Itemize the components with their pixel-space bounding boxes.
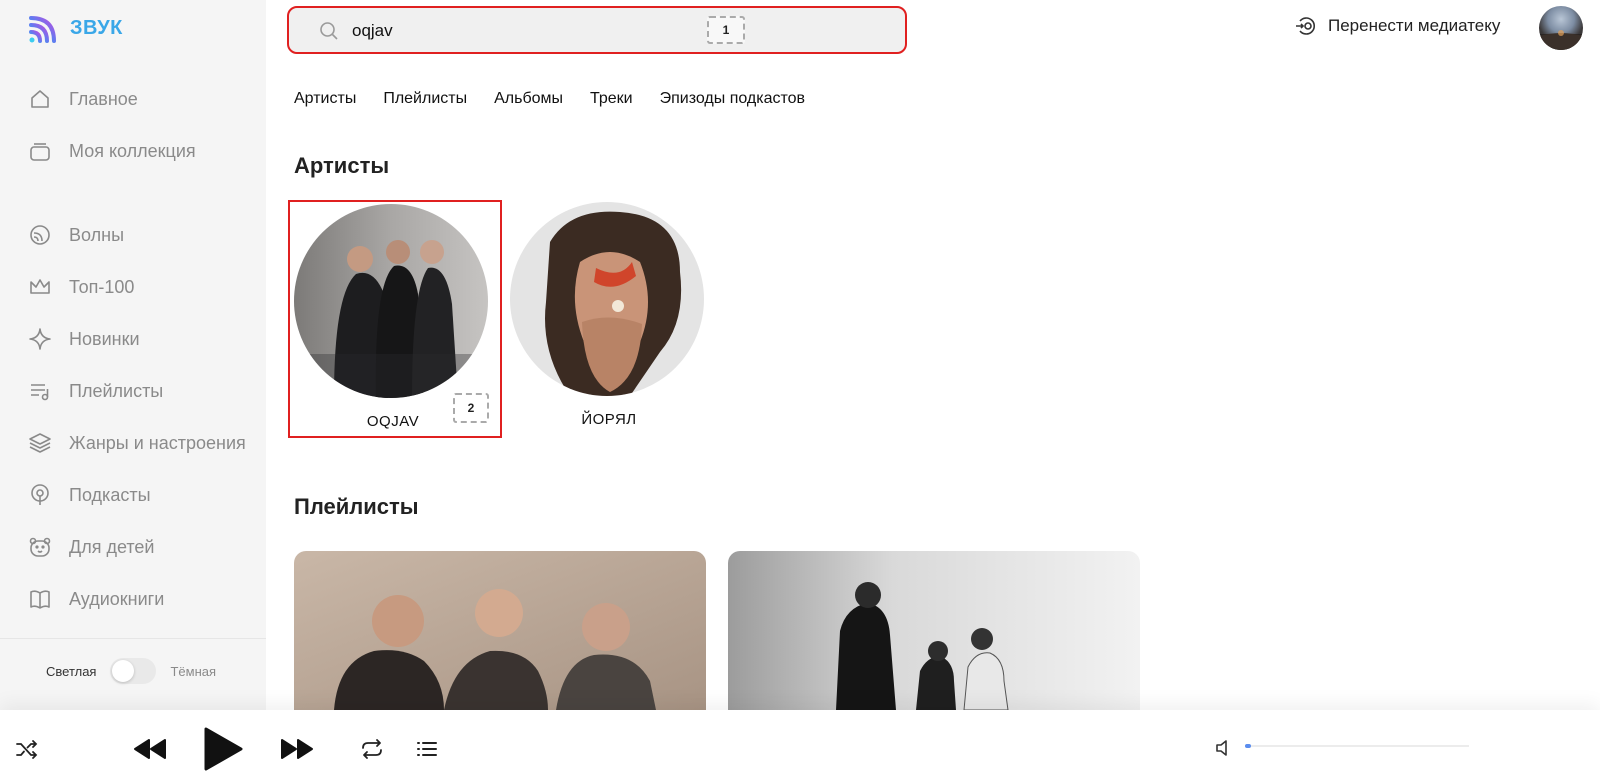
next-icon[interactable] (280, 736, 314, 762)
theme-switcher: Светлая Тёмная (46, 658, 216, 684)
sidebar-item-waves[interactable]: Волны (28, 220, 124, 250)
theme-toggle[interactable] (110, 658, 157, 684)
artist-photo-image (510, 202, 704, 396)
artist-photo-image (294, 204, 488, 398)
sidebar-item-audiobooks[interactable]: Аудиокниги (28, 584, 164, 614)
sidebar-item-label: Главное (69, 88, 138, 109)
sidebar-item-home[interactable]: Главное (28, 84, 138, 114)
artist-photo (510, 202, 704, 396)
transfer-library-button[interactable]: Перенести медиатеку (1294, 14, 1500, 38)
annotation-marker-1: 1 (707, 16, 745, 44)
theme-dark-label: Тёмная (170, 663, 217, 679)
artist-card-yoryal[interactable]: ЙОРЯЛ (506, 200, 720, 438)
waves-icon (30, 225, 50, 245)
sidebar-item-kids[interactable]: Для детей (28, 532, 154, 562)
search-icon (320, 22, 338, 40)
artist-photo (294, 204, 488, 398)
playlists-section-title: Плейлисты (294, 494, 419, 519)
search-tabs: Артисты Плейлисты Альбомы Треки Эпизоды … (294, 90, 805, 108)
sidebar-item-label: Для детей (69, 536, 155, 557)
sidebar-item-label: Моя коллекция (69, 140, 196, 161)
toggle-knob (112, 660, 135, 682)
artist-card-oqjav[interactable]: OQJAV 2 (288, 200, 502, 438)
play-icon[interactable] (202, 726, 244, 772)
artists-section-title: Артисты (294, 153, 390, 178)
sidebar-item-new[interactable]: Новинки (28, 324, 140, 354)
sidebar-item-collection[interactable]: Моя коллекция (28, 136, 196, 166)
playlist-card[interactable] (728, 551, 1140, 710)
previous-icon[interactable] (133, 736, 167, 762)
sidebar-item-label: Жанры и настроения (69, 432, 246, 453)
avatar[interactable] (1539, 6, 1583, 50)
search-input[interactable] (352, 18, 652, 44)
sidebar-item-label: Волны (69, 224, 125, 245)
logo[interactable]: ЗВУК (28, 12, 123, 44)
collection-icon (30, 143, 50, 161)
tab-podcast-episodes[interactable]: Эпизоды подкастов (660, 90, 805, 108)
playlist-cover-image (294, 551, 706, 710)
book-icon (30, 590, 50, 609)
sidebar-item-label: Новинки (69, 328, 140, 349)
sparkle-icon (29, 328, 51, 350)
sidebar-item-top100[interactable]: Топ-100 (28, 272, 134, 302)
logo-text: ЗВУК (70, 16, 123, 39)
annotation-marker-2: 2 (453, 393, 489, 423)
logo-icon (29, 16, 56, 43)
volume-level (1245, 744, 1251, 748)
avatar-image (1539, 30, 1583, 50)
queue-icon[interactable] (415, 737, 439, 761)
tab-playlists[interactable]: Плейлисты (383, 90, 467, 108)
sidebar-divider (0, 638, 266, 639)
sidebar-item-label: Топ-100 (69, 276, 135, 297)
crown-icon (30, 279, 50, 294)
repeat-icon[interactable] (359, 736, 385, 762)
search-bar[interactable]: 1 (287, 6, 907, 54)
layers-icon (29, 433, 51, 453)
tab-artists[interactable]: Артисты (294, 90, 356, 108)
tab-tracks[interactable]: Треки (590, 90, 633, 108)
home-icon (31, 90, 49, 108)
transfer-library-label: Перенести медиатеку (1328, 16, 1501, 35)
sidebar-item-label: Плейлисты (69, 380, 164, 401)
sidebar-item-playlists[interactable]: Плейлисты (28, 376, 163, 406)
podcast-icon (31, 484, 49, 505)
tab-albums[interactable]: Альбомы (494, 90, 563, 108)
sidebar-item-genres[interactable]: Жанры и настроения (28, 428, 246, 458)
volume-icon[interactable] (1214, 737, 1236, 759)
playlist-icon (31, 384, 49, 401)
volume-slider[interactable] (1245, 745, 1469, 747)
bear-icon (29, 537, 51, 557)
playlist-card[interactable] (294, 551, 706, 710)
sidebar-item-label: Подкасты (69, 484, 151, 505)
playlist-cover-image (728, 551, 1140, 710)
sidebar: ЗВУК Главное Моя коллекция Волны Топ-100 (0, 0, 266, 710)
artist-name: ЙОРЯЛ (581, 411, 637, 428)
shuffle-icon[interactable] (14, 736, 40, 762)
app-window: ЗВУК Главное Моя коллекция Волны Топ-100 (0, 0, 1600, 778)
sidebar-item-podcasts[interactable]: Подкасты (28, 480, 151, 510)
transfer-icon (1296, 17, 1315, 35)
theme-light-label: Светлая (46, 663, 97, 679)
sidebar-item-label: Аудиокниги (69, 588, 165, 609)
